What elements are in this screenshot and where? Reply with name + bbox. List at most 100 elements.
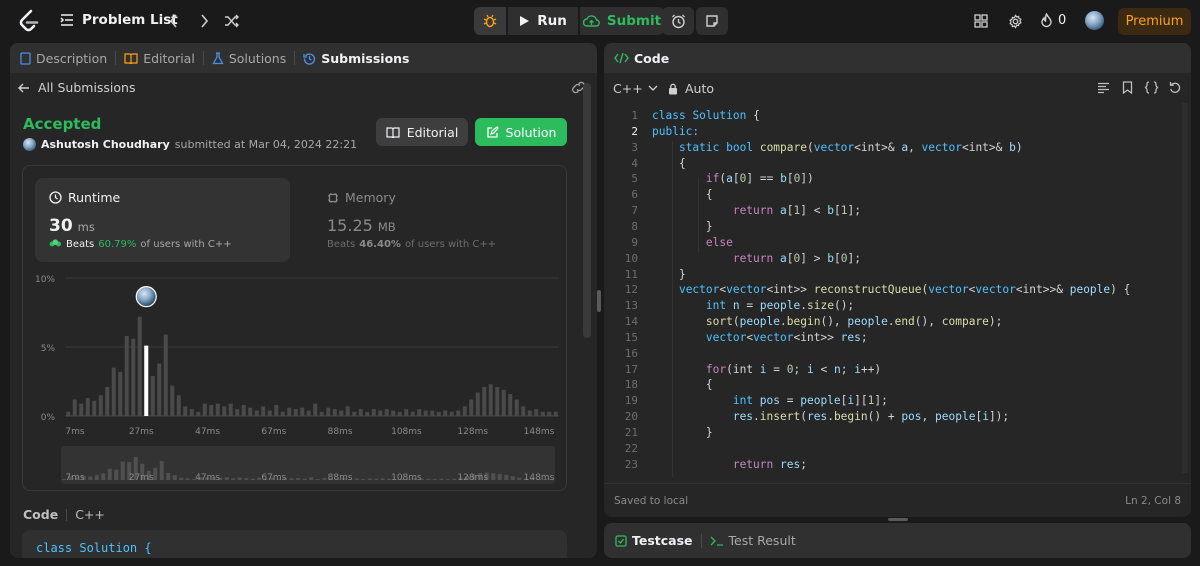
histogram-bar	[287, 407, 292, 416]
mode-value: Auto	[685, 81, 715, 96]
tab-solutions[interactable]: Solutions	[212, 51, 286, 66]
layout-button[interactable]	[968, 8, 994, 34]
code-line[interactable]: res.insert(res.begin() + pos, people[i])…	[652, 410, 1009, 423]
user-avatar[interactable]	[1085, 11, 1104, 30]
submitted-code-block[interactable]: class Solution {	[22, 530, 567, 558]
vertical-resize-handle[interactable]	[597, 290, 601, 312]
overview-bar	[114, 469, 119, 480]
horizontal-resize-handle[interactable]	[888, 518, 908, 521]
histogram-bar	[540, 411, 545, 416]
debug-button[interactable]	[474, 7, 506, 35]
timer-button[interactable]	[662, 7, 694, 35]
tab-test-result[interactable]: Test Result	[710, 533, 796, 548]
bookmark-icon[interactable]	[1122, 81, 1133, 94]
submitter-avatar[interactable]	[23, 138, 36, 151]
code-line[interactable]: {	[652, 157, 686, 170]
code-editor[interactable]: 1 class Solution {2 public: 3 static bool c…	[604, 101, 1191, 477]
histogram-bar	[332, 409, 337, 416]
code-line[interactable]: for(int i = 0; i < n; i++)	[652, 363, 881, 376]
histogram-bar	[339, 410, 344, 416]
histogram-bar	[488, 384, 493, 416]
histogram-bar	[501, 389, 506, 416]
code-line[interactable]: public:	[652, 125, 699, 138]
leetcode-logo-icon[interactable]	[18, 9, 40, 33]
memory-title: Memory	[345, 190, 396, 205]
line-number: 20	[624, 410, 638, 424]
overview-bar	[88, 476, 93, 480]
code-line[interactable]: return a[1] < b[1];	[652, 204, 861, 217]
runtime-stat-card[interactable]: Runtime 30 ms Beats 60.79% of users with…	[35, 178, 290, 262]
submit-button[interactable]: Submit	[580, 7, 664, 35]
tab-code[interactable]: Code	[614, 51, 669, 66]
code-line[interactable]: static bool compare(vector<int>& a, vect…	[652, 141, 1023, 154]
tab-description[interactable]: Description	[20, 51, 107, 66]
code-line[interactable]: }	[652, 426, 713, 439]
histogram-bar	[410, 411, 415, 416]
bottom-tab-bar: Testcase Test Result	[604, 523, 1191, 558]
code-line[interactable]: vector<vector<int>> res;	[652, 331, 868, 344]
histogram-bar	[85, 398, 90, 416]
random-problem-button[interactable]	[219, 8, 245, 34]
histogram-bar	[163, 334, 168, 416]
tab-divider	[202, 51, 204, 65]
code-tab-bar: Code	[604, 43, 1191, 73]
grid-layout-icon	[974, 14, 988, 28]
code-line[interactable]: int pos = people[i][1];	[652, 394, 888, 407]
autocomplete-mode[interactable]: Auto	[668, 81, 714, 96]
next-problem-button[interactable]	[191, 8, 217, 34]
overview-bar	[159, 461, 164, 480]
post-solution-button[interactable]: Solution	[475, 118, 567, 146]
left-scrollbar[interactable]	[583, 83, 591, 338]
code-line[interactable]: }	[652, 268, 686, 281]
notes-button[interactable]	[696, 7, 728, 35]
run-button[interactable]: Run	[508, 7, 578, 35]
settings-button[interactable]	[1002, 8, 1028, 34]
code-line[interactable]: if(a[0] == b[0])	[652, 172, 814, 185]
histogram-bar	[131, 338, 136, 416]
histogram-bar	[105, 387, 110, 416]
code-line[interactable]: else	[652, 236, 733, 249]
indent-guide	[672, 301, 673, 477]
submitter-name[interactable]: Ashutosh Choudhary	[41, 138, 170, 151]
code-line[interactable]: int n = people.size();	[652, 299, 854, 312]
runtime-histogram[interactable]: 10% 5% 0% 7ms 27ms 47ms 67ms 88ms 108ms 128ms 148m…	[23, 266, 568, 492]
all-submissions-link[interactable]: All Submissions	[18, 80, 136, 95]
code-line[interactable]: vector<vector<int>> reconstructQueue(vec…	[652, 283, 1130, 296]
memory-value: 15.25	[327, 216, 373, 235]
overview-bar	[224, 477, 229, 480]
editor-scrollbar[interactable]	[1182, 103, 1188, 473]
code-line[interactable]: }	[652, 220, 713, 233]
histogram-bar	[436, 411, 441, 416]
histogram-bar	[475, 392, 480, 416]
code-line[interactable]: return a[0] > b[0];	[652, 252, 861, 265]
histogram-bar	[319, 411, 324, 416]
code-line[interactable]: {	[652, 188, 713, 201]
code-line[interactable]: {	[652, 378, 713, 391]
memory-stat-card[interactable]: Memory 15.25 MB Beats 46.40% of users wi…	[313, 178, 553, 262]
prev-problem-button[interactable]	[161, 8, 187, 34]
submitted-time: submitted at Mar 04, 2024 22:21	[174, 138, 358, 151]
line-number: 7	[631, 204, 638, 218]
format-icon[interactable]	[1097, 82, 1110, 94]
line-number: 1	[631, 109, 638, 122]
testcase-tab-label: Testcase	[632, 533, 693, 548]
tab-editorial[interactable]: Editorial	[124, 51, 195, 66]
code-line[interactable]: return res;	[652, 458, 807, 471]
reset-icon[interactable]	[1169, 81, 1181, 94]
line-number: 5	[631, 172, 638, 186]
histogram-bar	[404, 409, 409, 416]
chevron-down-icon	[648, 85, 658, 91]
histogram-bar	[456, 410, 461, 416]
code-line[interactable]: sort(people.begin(), people.end(), compa…	[652, 315, 1003, 328]
editorial-button[interactable]: Editorial	[376, 118, 468, 146]
braces-icon[interactable]	[1144, 81, 1159, 94]
streak-counter[interactable]: 0	[1040, 13, 1066, 28]
histogram-bar	[222, 406, 227, 416]
play-icon	[520, 16, 530, 26]
language-select[interactable]: C++	[613, 81, 658, 96]
premium-button[interactable]: Premium	[1118, 8, 1191, 35]
overview-bar	[289, 478, 294, 480]
tab-testcase[interactable]: Testcase	[615, 533, 693, 548]
code-line[interactable]: class Solution {	[652, 109, 760, 122]
tab-submissions[interactable]: Submissions	[303, 51, 410, 66]
